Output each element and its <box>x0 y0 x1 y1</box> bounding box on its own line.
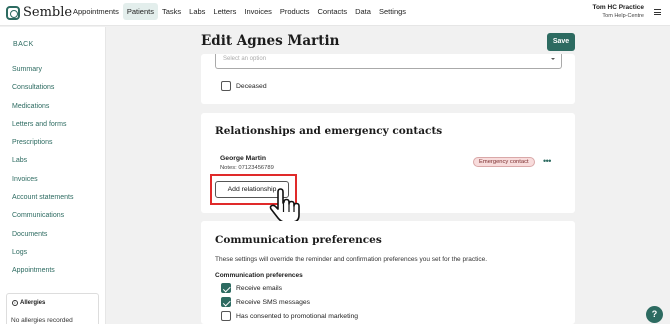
deceased-row: Deceased <box>221 81 267 91</box>
communication-title: Communication preferences <box>215 234 382 246</box>
marketing-consent-row: Has consented to promotional marketing <box>221 311 358 321</box>
marketing-consent-label: Has consented to promotional marketing <box>236 312 359 320</box>
receive-sms-checkbox[interactable] <box>221 297 231 307</box>
marketing-consent-checkbox[interactable] <box>221 311 231 321</box>
deceased-label: Deceased <box>236 82 267 90</box>
relationships-card: Relationships and emergency contacts Geo… <box>201 113 575 213</box>
save-button[interactable]: Save <box>547 33 575 51</box>
user-menu[interactable]: Tom HC Practice Tom Help-Centre <box>592 4 644 19</box>
deceased-checkbox[interactable] <box>221 81 231 91</box>
nav-tasks[interactable]: Tasks <box>158 3 185 20</box>
contact-notes: Notes: 07123456789 <box>220 165 274 171</box>
contact-name: George Martin <box>220 155 267 162</box>
top-nav: Semble Appointments Patients Tasks Labs … <box>0 0 670 26</box>
nav-labs[interactable]: Labs <box>185 3 209 20</box>
sidebar-item-communications[interactable]: Communications <box>12 212 73 230</box>
relationships-title: Relationships and emergency contacts <box>215 125 443 137</box>
nav-invoices[interactable]: Invoices <box>240 3 276 20</box>
chevron-down-icon <box>551 58 555 60</box>
emergency-contact-badge: Emergency contact <box>473 157 535 167</box>
sidebar-item-appointments[interactable]: Appointments <box>12 267 73 285</box>
receive-emails-checkbox[interactable] <box>221 283 231 293</box>
sidebar-item-account-statements[interactable]: Account statements <box>12 194 73 212</box>
back-link[interactable]: BACK <box>13 41 34 48</box>
nav-settings[interactable]: Settings <box>375 3 410 20</box>
practice-name: Tom HC Practice <box>592 4 644 11</box>
sidebar-item-invoices[interactable]: Invoices <box>12 176 73 194</box>
more-options-icon[interactable]: ••• <box>543 157 551 166</box>
sidebar-item-logs[interactable]: Logs <box>12 249 73 267</box>
nav-products[interactable]: Products <box>276 3 314 20</box>
select-placeholder: Select an option <box>223 56 267 62</box>
communication-description: These settings will override the reminde… <box>215 256 488 263</box>
receive-sms-label: Receive SMS messages <box>236 298 311 306</box>
communication-card: Communication preferences These settings… <box>201 221 575 324</box>
sidebar-item-labs[interactable]: Labs <box>12 157 73 175</box>
sidebar-item-documents[interactable]: Documents <box>12 231 73 249</box>
details-card: Select an option Deceased <box>201 54 575 104</box>
hand-cursor-icon <box>269 188 300 223</box>
communication-subtitle: Communication preferences <box>215 272 303 279</box>
allergies-title-text: Allergies <box>20 300 46 306</box>
main-nav: Appointments Patients Tasks Labs Letters… <box>69 3 410 20</box>
sidebar-list: Summary Consultations Medications Letter… <box>12 66 73 286</box>
info-icon: i <box>12 300 18 306</box>
page-title: Edit Agnes Martin <box>201 33 340 49</box>
logo-icon <box>6 5 20 20</box>
sidebar-item-summary[interactable]: Summary <box>12 66 73 84</box>
allergies-text: No allergies recorded <box>11 317 73 324</box>
receive-sms-row: Receive SMS messages <box>221 297 310 307</box>
logo-text: Semble <box>23 5 73 20</box>
nav-data[interactable]: Data <box>351 3 375 20</box>
sidebar-item-letters-and-forms[interactable]: Letters and forms <box>12 121 73 139</box>
receive-emails-label: Receive emails <box>236 284 283 292</box>
help-centre-link[interactable]: Tom Help-Centre <box>592 13 644 19</box>
sidebar-item-medications[interactable]: Medications <box>12 103 73 121</box>
logo[interactable]: Semble <box>6 5 72 20</box>
nav-appointments[interactable]: Appointments <box>69 3 123 20</box>
help-button[interactable]: ? <box>646 306 663 323</box>
nav-letters[interactable]: Letters <box>209 3 240 20</box>
allergies-title: i Allergies <box>12 300 45 306</box>
receive-emails-row: Receive emails <box>221 283 282 293</box>
nav-patients[interactable]: Patients <box>122 3 158 20</box>
sidebar-item-consultations[interactable]: Consultations <box>12 84 73 102</box>
sidebar-item-prescriptions[interactable]: Prescriptions <box>12 139 73 157</box>
sidebar: BACK Summary Consultations Medications L… <box>0 27 106 324</box>
hamburger-menu-icon[interactable] <box>654 9 661 15</box>
nav-contacts[interactable]: Contacts <box>313 3 351 20</box>
allergies-panel: i Allergies No allergies recorded <box>6 293 99 324</box>
option-select[interactable]: Select an option <box>215 54 562 69</box>
